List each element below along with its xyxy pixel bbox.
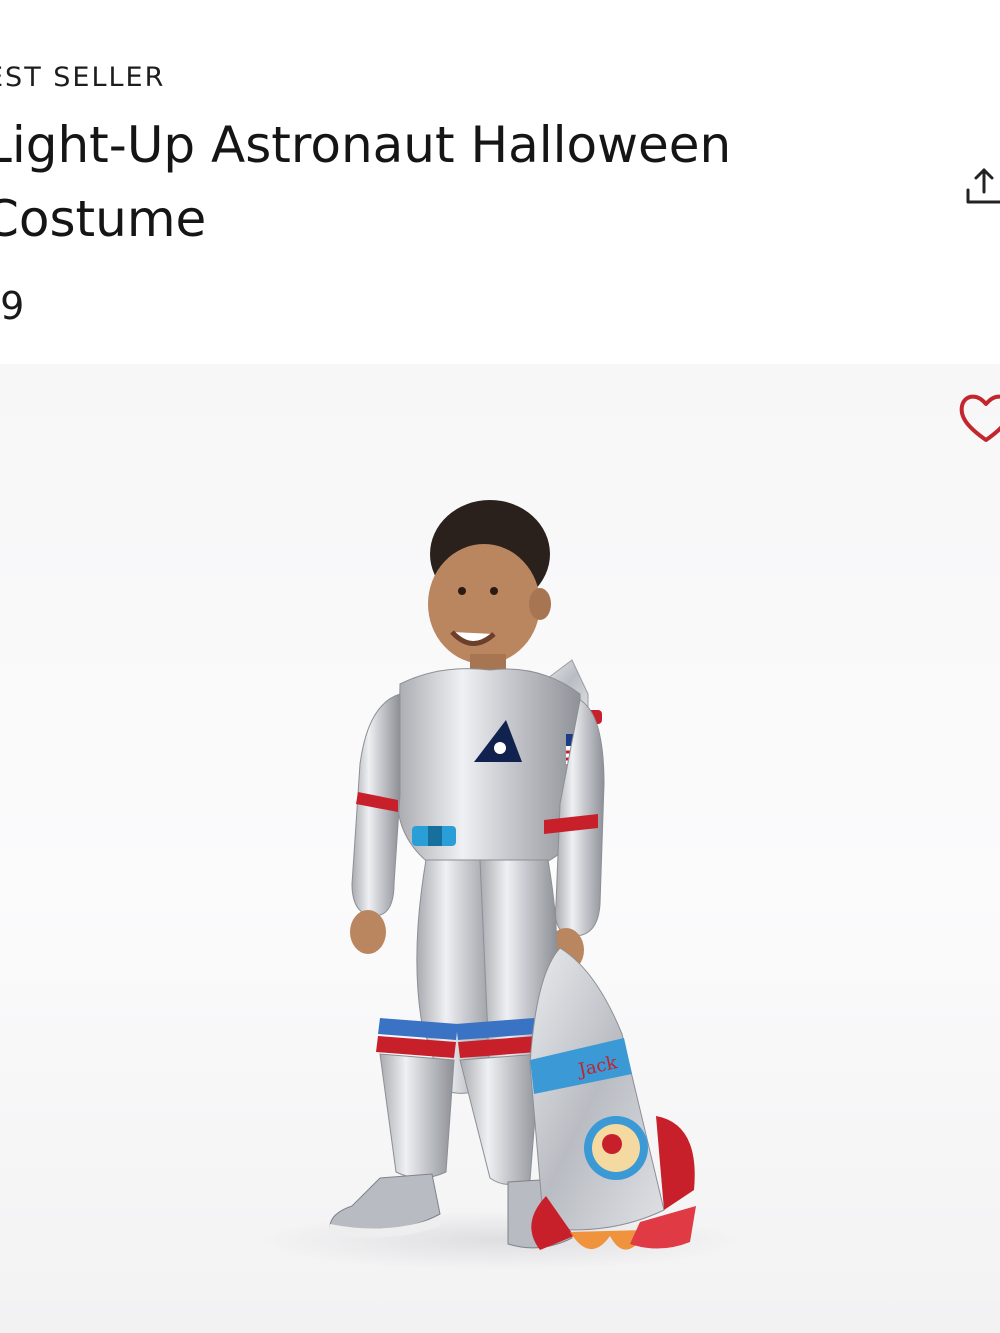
product-title: Light-Up Astronaut Halloween Costume [0, 116, 732, 248]
astronaut-costume-image: Jack [260, 500, 740, 1270]
best-seller-badge: EST SELLER [0, 62, 166, 93]
favorite-button[interactable] [956, 388, 1000, 448]
share-button[interactable] [962, 164, 1000, 208]
product-price: 99 [0, 284, 25, 328]
product-photo[interactable]: Jack [0, 364, 1000, 1333]
product-page: EST SELLER Light-Up Astronaut Halloween … [0, 0, 1000, 1333]
share-icon [966, 168, 1000, 204]
heart-icon [959, 394, 1000, 442]
